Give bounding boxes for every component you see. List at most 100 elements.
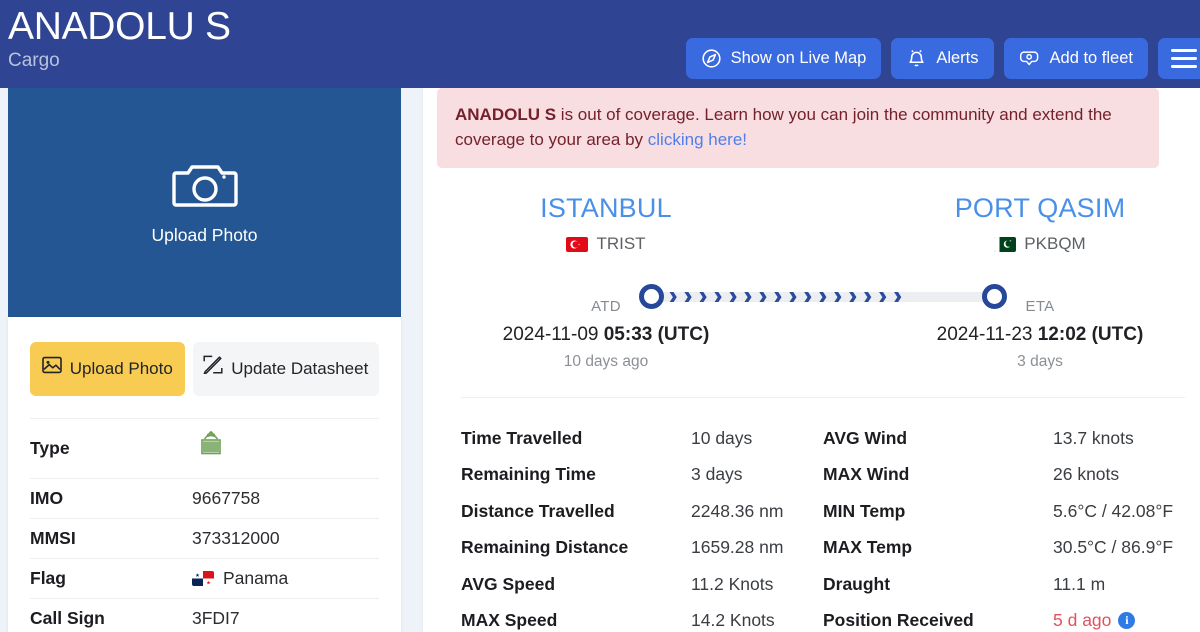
flag-country-label: Panama (223, 568, 289, 588)
destination-date: 2024-11-23 (936, 324, 1033, 345)
stat-value: 11.2 Knots (691, 573, 774, 594)
stat-key: MIN Temp (823, 500, 906, 521)
stat-key: MAX Wind (823, 464, 910, 485)
stat-key: MAX Temp (823, 537, 913, 558)
stat-key: Distance Travelled (461, 500, 615, 521)
stat-key: Position Received (823, 610, 974, 631)
stat-row: MIN Temp 5.6°C / 42.08°F (823, 493, 1185, 530)
camera-icon (171, 159, 238, 216)
destination-datetime: 2024-11-23 12:02 (UTC) (895, 324, 1185, 346)
stat-value: 13.7 knots (1053, 427, 1134, 448)
destination-port-name[interactable]: PORT QASIM (895, 192, 1185, 225)
upload-photo-button[interactable]: Upload Photo (30, 342, 185, 396)
vessel-sidebar: Upload Photo Upload Photo Update Datashe… (8, 88, 401, 632)
stat-value: 30.5°C / 86.9°F (1053, 537, 1174, 558)
alerts-label: Alerts (936, 49, 979, 67)
hamburger-line (1171, 57, 1197, 60)
stat-row: MAX Speed 14.2 Knots (461, 603, 823, 632)
bell-icon (906, 48, 927, 69)
header-actions: Show on Live Map Alerts Add to fleet (685, 38, 1200, 79)
alerts-button[interactable]: Alerts (891, 38, 994, 79)
destination-relative-time: 3 days (1017, 353, 1063, 370)
origin-datetime: 2024-11-09 05:33 (UTC) (461, 324, 751, 346)
info-icon[interactable]: i (1118, 612, 1136, 630)
stat-value: 5 d ago i (1053, 610, 1136, 631)
origin-port-name[interactable]: ISTANBUL (461, 192, 751, 225)
hamburger-menu-icon[interactable] (1158, 38, 1200, 79)
detail-row-mmsi: MMSI 373312000 (30, 518, 379, 558)
statistics-column-right: AVG Wind 13.7 knots MAX Wind 26 knots MI… (823, 420, 1185, 632)
origin-time: 05:33 (UTC) (603, 324, 710, 345)
show-on-live-map-label: Show on Live Map (730, 49, 867, 67)
origin-port-code: TRIST (596, 234, 646, 253)
origin-port-code-row: TRIST (461, 234, 751, 254)
stat-value: 26 knots (1053, 464, 1120, 485)
position-received-value: 5 d ago (1053, 610, 1112, 631)
origin-date: 2024-11-09 (502, 324, 599, 345)
upload-photo-dropzone-label: Upload Photo (151, 225, 258, 245)
hamburger-line (1171, 65, 1197, 68)
stat-value: 1659.28 nm (691, 537, 784, 558)
stat-value: 5.6°C / 42.08°F (1053, 500, 1174, 521)
hamburger-line (1171, 49, 1197, 52)
stat-value: 11.1 m (1053, 573, 1106, 594)
detail-key: Call Sign (30, 608, 105, 628)
container-ship-icon (192, 428, 230, 469)
alert-link[interactable]: clicking here! (648, 130, 747, 149)
destination-port-code-row: PKBQM (895, 234, 1185, 254)
stat-row: Remaining Time 3 days (461, 457, 823, 494)
upload-photo-dropzone[interactable]: Upload Photo (8, 88, 401, 317)
detail-row-flag: Flag Panama (30, 558, 379, 598)
detail-key: Type (30, 438, 70, 458)
alert-vessel-name: ANADOLU S (455, 105, 557, 124)
edit-pencil-icon (203, 355, 223, 382)
stat-row: MAX Wind 26 knots (823, 457, 1185, 494)
stat-value: 2248.36 nm (691, 500, 784, 521)
sidebar-action-buttons: Upload Photo Update Datasheet (30, 317, 379, 418)
stat-row-position-received: Position Received 5 d ago i (823, 603, 1185, 632)
origin-relative-time: 10 days ago (563, 353, 649, 370)
detail-value: 3FDI7 (192, 608, 240, 628)
voyage-progress-fill: ❯❯❯❯❯❯❯❯❯❯❯❯❯❯❯❯❯❯❯❯❯❯❯❯❯❯ (651, 292, 909, 302)
detail-key: IMO (30, 488, 64, 508)
upload-photo-button-label: Upload Photo (69, 358, 173, 378)
stat-row: MAX Temp 30.5°C / 86.9°F (823, 530, 1185, 567)
destination-port-block: PORT QASIM PKBQM ETA 2024-11-23 12:02 (U… (895, 192, 1185, 371)
voyage-summary: ISTANBUL TRIST ATD 2024-11-09 05:33 (UTC… (423, 168, 1200, 371)
detail-value: 373312000 (192, 528, 280, 548)
detail-row-call-sign: Call Sign 3FDI7 (30, 598, 379, 632)
fleet-pin-icon (1019, 48, 1041, 69)
stat-key: MAX Speed (461, 610, 558, 631)
stat-key: AVG Speed (461, 573, 556, 594)
page-title: ANADOLU S (8, 5, 231, 48)
stat-row: AVG Speed 11.2 Knots (461, 566, 823, 603)
detail-row-type: Type (30, 418, 379, 478)
origin-node-marker (639, 284, 664, 309)
header-title-block: ANADOLU S Cargo (0, 0, 231, 73)
main-content-card: ANADOLU S is out of coverage. Learn how … (423, 88, 1200, 632)
statistics-column-left: Time Travelled 10 days Remaining Time 3 … (461, 420, 823, 632)
coverage-alert-banner: ANADOLU S is out of coverage. Learn how … (437, 88, 1159, 168)
voyage-progress-bar: ❯❯❯❯❯❯❯❯❯❯❯❯❯❯❯❯❯❯❯❯❯❯❯❯❯❯ (461, 284, 1185, 310)
stat-value: 14.2 Knots (691, 610, 775, 631)
destination-time: 12:02 (UTC) (1037, 324, 1144, 345)
vessel-details-page: ANADOLU S Cargo Show on Live Map Alerts … (0, 0, 1200, 632)
stat-key: Remaining Time (461, 464, 596, 485)
stat-value: 3 days (691, 464, 743, 485)
update-datasheet-button-label: Update Datasheet (231, 358, 369, 378)
add-to-fleet-button[interactable]: Add to fleet (1003, 38, 1148, 79)
stat-row: AVG Wind 13.7 knots (823, 420, 1185, 457)
detail-key: Flag (30, 568, 66, 588)
stat-key: Remaining Distance (461, 537, 629, 558)
stat-row: Remaining Distance 1659.28 nm (461, 530, 823, 567)
stat-row: Draught 11.1 m (823, 566, 1185, 603)
stat-row: Distance Travelled 2248.36 nm (461, 493, 823, 530)
detail-row-imo: IMO 9667758 (30, 478, 379, 518)
detail-key: MMSI (30, 528, 76, 548)
vessel-info-card: Upload Photo Update Datasheet Type IMO 9… (8, 317, 401, 632)
page-header: ANADOLU S Cargo Show on Live Map Alerts … (0, 0, 1200, 88)
show-on-live-map-button[interactable]: Show on Live Map (685, 38, 882, 79)
navigation-arrow-icon (701, 48, 722, 69)
update-datasheet-button[interactable]: Update Datasheet (192, 342, 379, 396)
vessel-type-subtitle: Cargo (8, 50, 60, 71)
